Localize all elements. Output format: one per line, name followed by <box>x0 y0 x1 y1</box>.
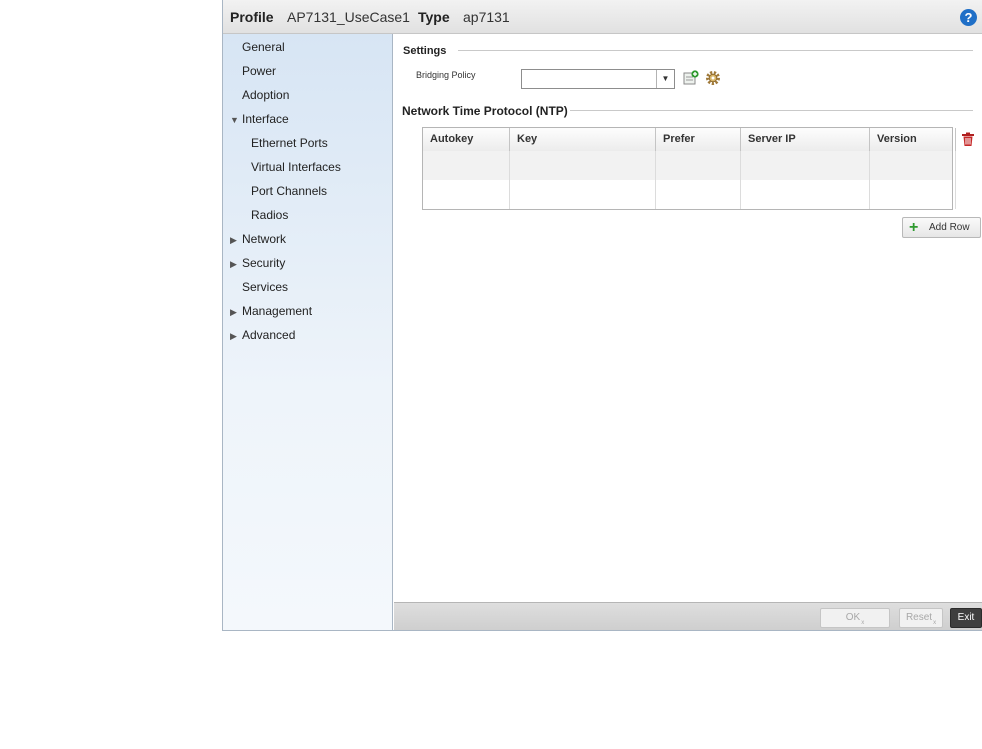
profile-name: AP7131_UseCase1 <box>287 9 410 25</box>
table-cell <box>741 180 870 209</box>
sidebar-item-interface[interactable]: Interface <box>242 112 289 126</box>
table-cell <box>741 151 870 180</box>
type-value: ap7131 <box>463 9 510 25</box>
table-cell <box>423 151 510 180</box>
sidebar-item-network[interactable]: Network <box>242 232 286 246</box>
plus-icon: + <box>909 219 919 236</box>
collapsed-arrow-icon[interactable]: ▶ <box>230 331 237 342</box>
reset-label: Reset <box>905 612 933 623</box>
exit-button[interactable]: Exit <box>950 608 982 628</box>
column-header-key[interactable]: Key <box>510 128 656 151</box>
column-header-server-ip[interactable]: Server IP <box>741 128 870 151</box>
add-row-label: Add Row <box>929 222 970 233</box>
profile-label: Profile <box>230 9 274 25</box>
create-new-icon[interactable] <box>683 70 699 86</box>
bridging-policy-label: Bridging Policy <box>416 70 476 80</box>
table-cell <box>423 180 510 209</box>
ntp-section-title: Network Time Protocol (NTP) <box>402 104 568 118</box>
profile-window: Profile AP7131_UseCase1 Type ap7131 ? Ge… <box>222 0 982 631</box>
sidebar-item-virtual-interfaces[interactable]: Virtual Interfaces <box>251 160 341 174</box>
small-x-icon: x <box>933 620 937 626</box>
sidebar-item-ethernet-ports[interactable]: Ethernet Ports <box>251 136 328 150</box>
sidebar-item-general[interactable]: General <box>242 40 285 54</box>
column-header-autokey[interactable]: Autokey <box>423 128 510 151</box>
ok-button[interactable]: OKx <box>820 608 890 628</box>
expanded-arrow-icon[interactable]: ▼ <box>230 115 239 125</box>
table-row[interactable] <box>423 151 956 180</box>
table-cell <box>870 151 956 180</box>
table-cell <box>510 180 656 209</box>
collapsed-arrow-icon[interactable]: ▶ <box>230 259 237 270</box>
table-row[interactable] <box>423 180 956 209</box>
ntp-table: Autokey Key Prefer Server IP Version <box>422 127 974 210</box>
section-divider <box>570 110 973 111</box>
table-header: Autokey Key Prefer Server IP Version <box>423 128 974 152</box>
ok-label: OK <box>845 612 861 623</box>
add-row-button[interactable]: + Add Row <box>902 217 981 238</box>
collapsed-arrow-icon[interactable]: ▶ <box>230 307 237 318</box>
sidebar: General Power Adoption ▼ Interface Ether… <box>223 34 393 630</box>
main-panel: Settings Bridging Policy ▼ Network Time … <box>394 34 982 602</box>
small-x-icon: x <box>861 620 865 626</box>
gear-icon[interactable] <box>705 70 721 86</box>
dropdown-arrow-icon[interactable]: ▼ <box>656 70 674 88</box>
reset-button[interactable]: Resetx <box>899 608 943 628</box>
profile-header: Profile AP7131_UseCase1 Type ap7131 ? <box>223 0 982 34</box>
table-cell <box>656 151 741 180</box>
sidebar-item-radios[interactable]: Radios <box>251 208 288 222</box>
delete-icon[interactable] <box>961 132 975 147</box>
sidebar-item-port-channels[interactable]: Port Channels <box>251 184 327 198</box>
sidebar-item-advanced[interactable]: Advanced <box>242 328 295 342</box>
help-icon[interactable]: ? <box>960 9 977 26</box>
table-cell <box>510 151 656 180</box>
section-divider <box>458 50 973 51</box>
sidebar-item-management[interactable]: Management <box>242 304 312 318</box>
sidebar-item-power[interactable]: Power <box>242 64 276 78</box>
collapsed-arrow-icon[interactable]: ▶ <box>230 235 237 246</box>
table-cell <box>870 180 956 209</box>
bridging-policy-select[interactable]: ▼ <box>521 69 675 89</box>
footer-bar: OKx Resetx Exit <box>394 602 982 630</box>
column-header-version[interactable]: Version <box>870 128 956 151</box>
column-header-prefer[interactable]: Prefer <box>656 128 741 151</box>
sidebar-item-security[interactable]: Security <box>242 256 285 270</box>
sidebar-item-adoption[interactable]: Adoption <box>242 88 289 102</box>
table-cell <box>656 180 741 209</box>
sidebar-item-services[interactable]: Services <box>242 280 288 294</box>
type-label: Type <box>418 9 450 25</box>
settings-section-title: Settings <box>403 45 447 57</box>
